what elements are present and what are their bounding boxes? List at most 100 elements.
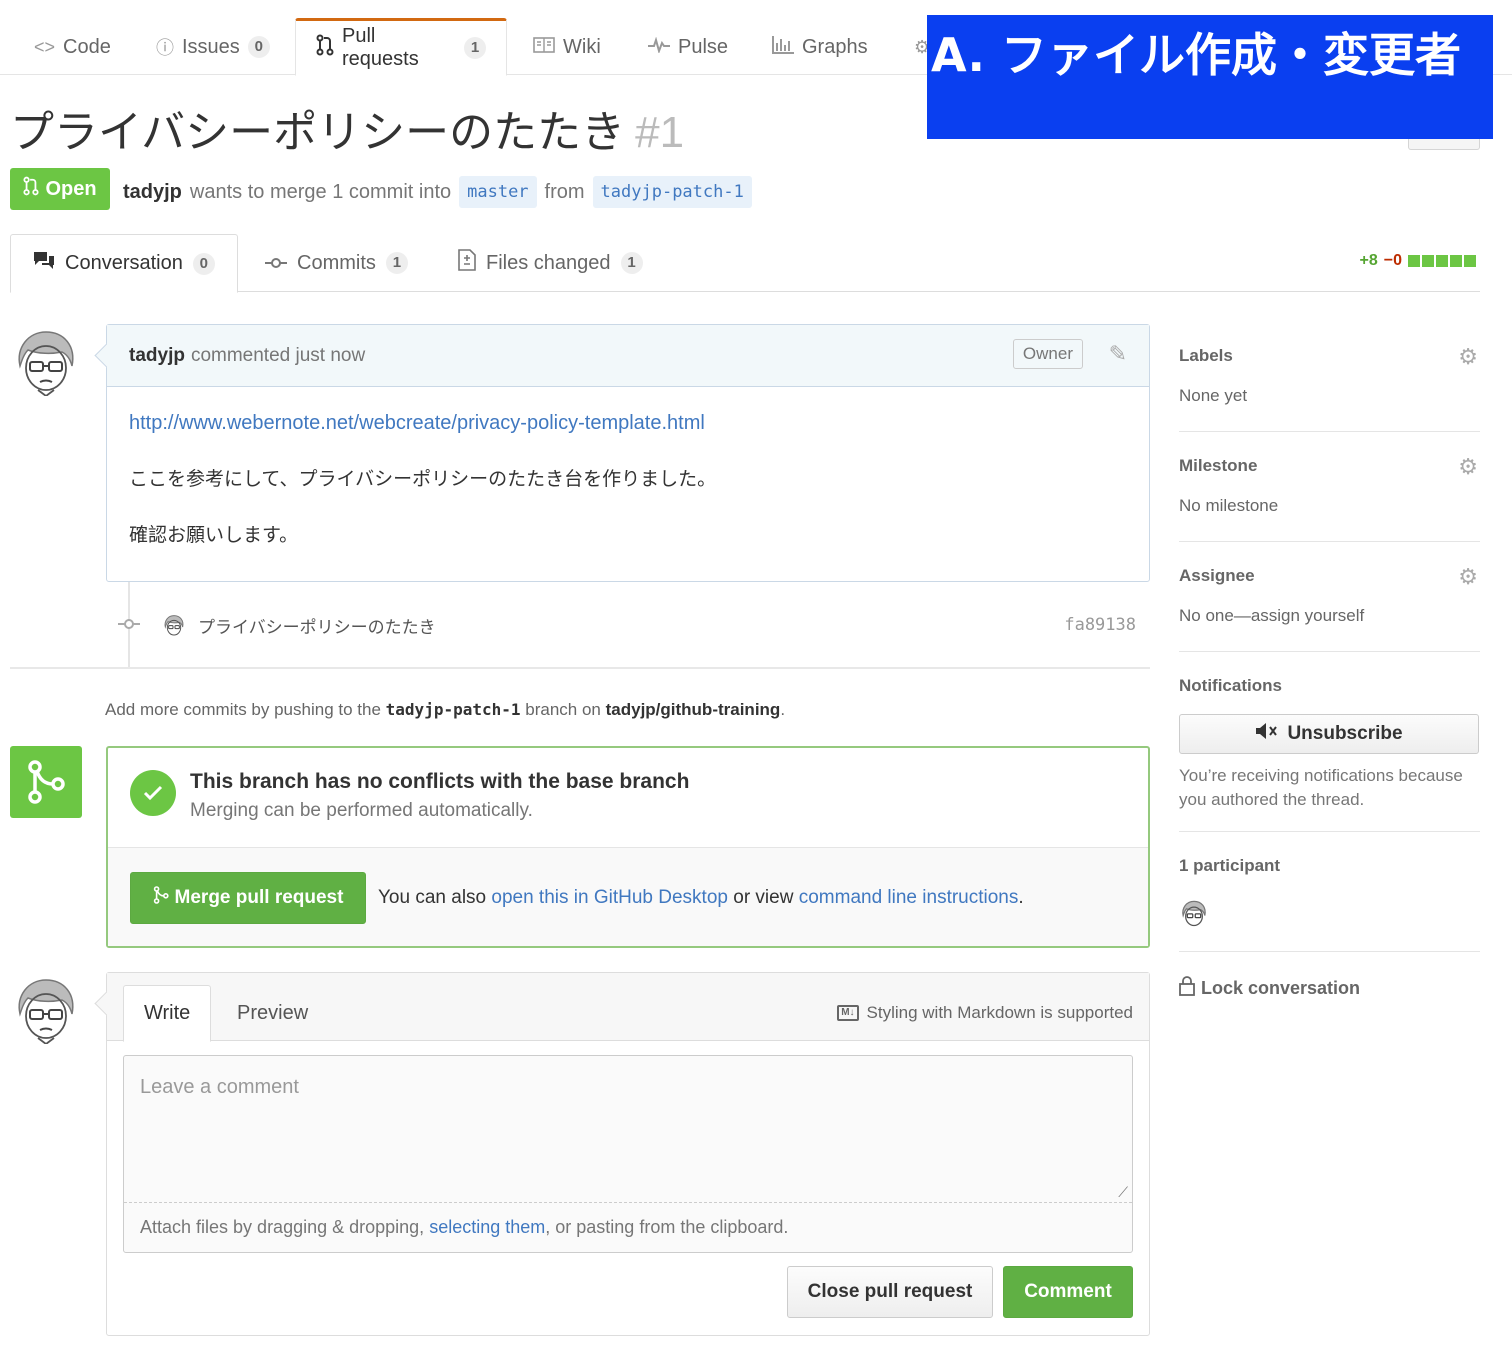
pull-request-icon xyxy=(316,34,334,62)
tab-wiki[interactable]: Wiki xyxy=(533,18,601,76)
labels-heading: Labels xyxy=(1179,346,1233,365)
pull-requests-counter: 1 xyxy=(464,37,486,59)
merge-actions: Merge pull request You can also open thi… xyxy=(108,848,1148,946)
diffstat-blocks xyxy=(1408,255,1476,267)
comment-link[interactable]: http://www.webernote.net/webcreate/priva… xyxy=(129,412,705,434)
merge-box: This branch has no conflicts with the ba… xyxy=(106,746,1150,948)
participants-heading: 1 participant xyxy=(1179,856,1281,875)
pencil-icon[interactable]: ✎ xyxy=(1109,341,1127,367)
tab-commits[interactable]: Commits 1 xyxy=(265,234,408,292)
add-more-commits-note: Add more commits by pushing to the tadyj… xyxy=(105,700,785,720)
merge-alternatives: You can also open this in GitHub Desktop… xyxy=(378,887,1024,909)
sidebar-labels: Labels ⚙ None yet xyxy=(1179,330,1480,432)
tab-graphs[interactable]: Graphs xyxy=(772,18,868,76)
files-changed-counter: 1 xyxy=(620,252,643,274)
commit-message[interactable]: プライバシーポリシーのたたき xyxy=(198,613,436,638)
base-branch[interactable]: master xyxy=(459,176,537,208)
tab-conversation[interactable]: Conversation 0 xyxy=(10,234,238,293)
attach-files-note[interactable]: Attach files by dragging & dropping, sel… xyxy=(124,1202,1132,1252)
command-line-instructions-link[interactable]: command line instructions xyxy=(799,887,1019,908)
resize-handle-icon[interactable]: ⟋ xyxy=(1118,1184,1128,1201)
add-more-repo: tadyjp/github-training xyxy=(605,700,781,719)
add-more-prefix: Add more commits by pushing to the xyxy=(105,700,381,719)
lock-conversation[interactable]: Lock conversation xyxy=(1179,952,1480,1001)
tab-issues[interactable]: ⓘ Issues 0 xyxy=(156,18,270,76)
avatar[interactable] xyxy=(10,972,82,1044)
commit-icon xyxy=(265,252,287,275)
sidebar-notifications: Notifications Unsubscribe You’re receivi… xyxy=(1179,652,1480,832)
tab-write[interactable]: Write xyxy=(123,985,212,1042)
comment-header: tadyjp commented just now Owner ✎ xyxy=(107,325,1149,387)
tab-issues-label: Issues xyxy=(182,35,240,58)
conversation-counter: 0 xyxy=(192,252,215,275)
commit-sha[interactable]: fa89138 xyxy=(1064,615,1136,635)
code-icon: <> xyxy=(34,36,56,57)
graph-icon xyxy=(772,35,794,59)
pull-request-icon xyxy=(23,175,39,203)
pulse-icon xyxy=(648,36,670,58)
pr-meta: tadyjp wants to merge 1 commit into mast… xyxy=(123,172,752,212)
comment-timestamp: commented just now xyxy=(190,344,366,366)
diffstat: +8 −0 xyxy=(1359,252,1476,270)
close-pull-request-button[interactable]: Close pull request xyxy=(787,1266,993,1318)
check-icon xyxy=(130,770,176,816)
comment-form-tabs: Write Preview M↓ Styling with Markdown i… xyxy=(107,973,1149,1042)
author-link[interactable]: tadyjp xyxy=(123,181,182,204)
comment-author[interactable]: tadyjp xyxy=(129,345,185,367)
open-in-desktop-link[interactable]: open this in GitHub Desktop xyxy=(491,887,728,908)
comment-text-2: 確認お願いします。 xyxy=(129,524,299,546)
tab-graphs-label: Graphs xyxy=(802,35,868,58)
owner-badge: Owner xyxy=(1012,339,1083,369)
file-diff-icon xyxy=(458,249,476,277)
gear-icon[interactable]: ⚙ xyxy=(1458,344,1478,370)
merge-button-label: Merge pull request xyxy=(174,887,344,908)
gear-icon[interactable]: ⚙ xyxy=(1458,454,1478,480)
select-files-link[interactable]: selecting them xyxy=(429,1217,545,1237)
merge-alt-prefix: You can also xyxy=(378,887,487,908)
gear-icon[interactable]: ⚙ xyxy=(1458,564,1478,590)
unsubscribe-button[interactable]: Unsubscribe xyxy=(1179,714,1479,754)
tab-code-label: Code xyxy=(63,35,111,58)
merge-heading: This branch has no conflicts with the ba… xyxy=(190,770,690,793)
lock-conversation-label: Lock conversation xyxy=(1201,978,1361,998)
tab-pulse-label: Pulse xyxy=(678,35,729,58)
pr-tabs: Conversation 0 Commits 1 Files changed 1 xyxy=(10,234,1480,293)
tab-code[interactable]: <> Code xyxy=(34,18,111,76)
status-label: Open xyxy=(45,177,97,200)
diff-additions: +8 xyxy=(1359,252,1378,269)
add-more-middle: branch on xyxy=(525,700,601,719)
unsubscribe-label: Unsubscribe xyxy=(1287,723,1403,744)
avatar[interactable] xyxy=(1179,898,1209,928)
annotation-banner: A. ファイル作成・変更者 xyxy=(927,15,1493,139)
tab-pull-requests[interactable]: Pull requests 1 xyxy=(295,18,507,76)
tab-wiki-label: Wiki xyxy=(563,35,601,58)
tab-preview[interactable]: Preview xyxy=(217,985,328,1042)
new-comment-form: Write Preview M↓ Styling with Markdown i… xyxy=(106,972,1150,1336)
comment-text-1: ここを参考にして、プライバシーポリシーのたたき台を作りました。 xyxy=(129,468,717,490)
from-text: from xyxy=(544,180,585,203)
avatar[interactable] xyxy=(162,613,186,637)
mute-icon xyxy=(1255,722,1279,746)
comment-button[interactable]: Comment xyxy=(1003,1266,1133,1318)
tab-conversation-label: Conversation xyxy=(65,252,183,274)
tab-files-changed[interactable]: Files changed 1 xyxy=(458,234,643,292)
assignee-value[interactable]: No one—assign yourself xyxy=(1179,586,1480,626)
issue-icon: ⓘ xyxy=(156,38,174,58)
book-icon xyxy=(533,36,555,58)
diff-deletions: −0 xyxy=(1383,252,1402,269)
commit-icon xyxy=(118,615,140,635)
comment-textarea-wrapper: ⟋ Attach files by dragging & dropping, s… xyxy=(123,1055,1133,1253)
merge-text: wants to merge 1 commit into xyxy=(189,180,452,203)
issues-counter: 0 xyxy=(247,36,270,58)
avatar[interactable] xyxy=(10,324,82,396)
merge-subtext: Merging can be performed automatically. xyxy=(190,800,533,821)
tab-pulse[interactable]: Pulse xyxy=(648,18,728,76)
markdown-note[interactable]: M↓ Styling with Markdown is supported xyxy=(837,1003,1133,1023)
head-branch[interactable]: tadyjp-patch-1 xyxy=(592,176,752,208)
git-merge-icon xyxy=(153,885,169,911)
comment-body: http://www.webernote.net/webcreate/priva… xyxy=(107,387,1149,603)
comment-textarea[interactable] xyxy=(124,1056,1132,1202)
divider xyxy=(10,667,1150,669)
sidebar: Labels ⚙ None yet Milestone ⚙ No milesto… xyxy=(1179,330,1480,1001)
merge-pull-request-button[interactable]: Merge pull request xyxy=(130,872,366,924)
